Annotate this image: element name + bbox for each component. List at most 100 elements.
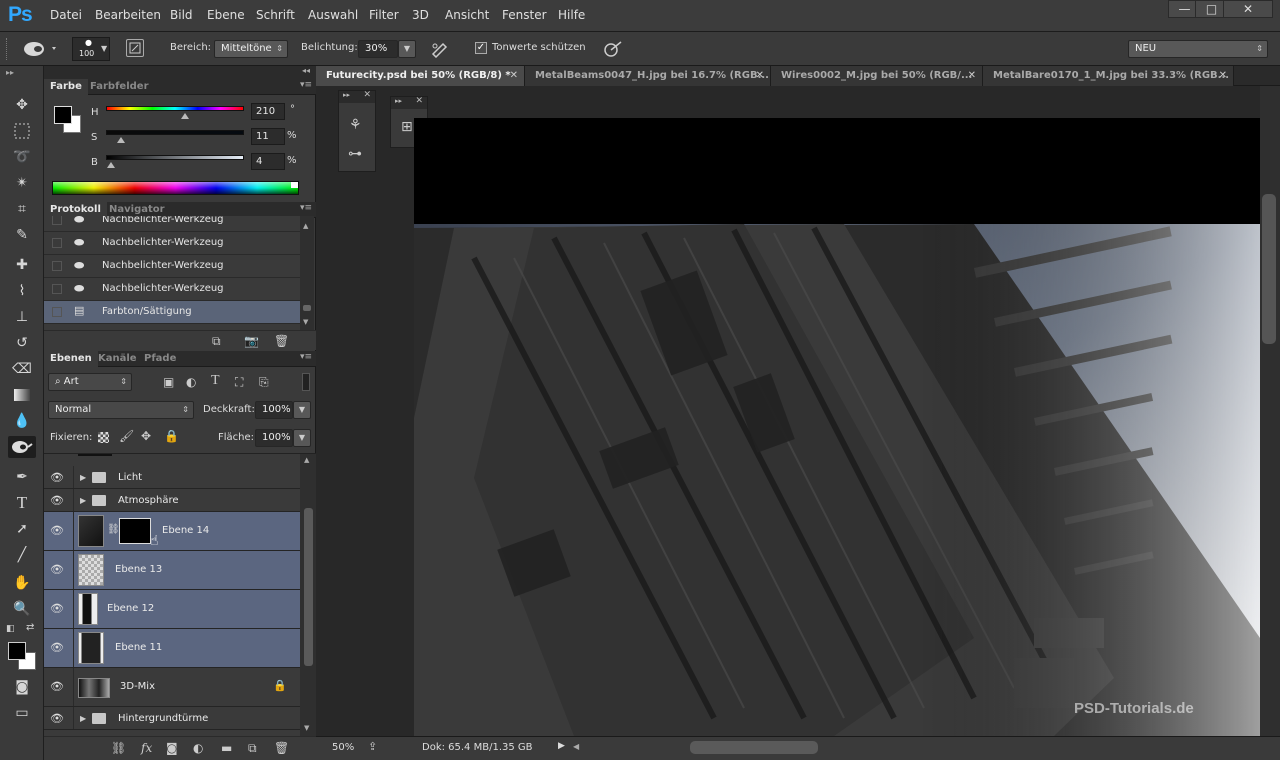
history-snapshot-box[interactable] <box>52 307 62 317</box>
fill-dropdown-button[interactable]: ▼ <box>293 429 311 447</box>
history-item[interactable]: ⬬ Nachbelichter-Werkzeug <box>44 278 300 301</box>
close-button[interactable]: ✕ <box>1223 0 1273 18</box>
fill-input[interactable]: 100% <box>255 429 293 447</box>
doc-tab-wires[interactable]: Wires0002_M.jpg bei 50% (RGB/... ✕ <box>771 66 983 86</box>
hue-input[interactable]: 210 <box>251 103 285 120</box>
airbrush-icon[interactable] <box>430 40 450 61</box>
saturation-input[interactable]: 11 <box>251 128 285 145</box>
layer-thumbnail[interactable] <box>78 632 104 664</box>
filter-pixel-icon[interactable]: ▣ <box>163 375 174 389</box>
doc-tab-futurecity[interactable]: Futurecity.psd bei 50% (RGB/8) * ✕ <box>316 66 525 86</box>
crop-tool-icon[interactable]: ⌗ <box>8 198 36 220</box>
lasso-tool-icon[interactable]: ➰ <box>8 146 36 168</box>
new-layer-icon[interactable]: ⧉ <box>248 741 257 756</box>
layer-row[interactable]: 👁 ⛓ Ebene 14 ☝ <box>44 512 300 551</box>
layer-row[interactable]: 👁 ▶ Atmosphäre <box>44 489 300 512</box>
fx-icon[interactable]: fx <box>141 741 152 755</box>
layer-name[interactable]: Atmosphäre <box>118 495 179 506</box>
layer-name[interactable]: Ebene 14 <box>162 525 209 536</box>
menu-hilfe[interactable]: Hilfe <box>558 8 585 22</box>
menu-ansicht[interactable]: Ansicht <box>445 8 489 22</box>
eye-icon[interactable]: 👁 <box>50 494 64 507</box>
healing-brush-tool-icon[interactable]: ✚ <box>8 254 36 276</box>
close-icon[interactable]: ✕ <box>756 66 764 86</box>
expand-triangle-icon[interactable]: ▶ <box>80 714 86 723</box>
eye-icon[interactable]: 👁 <box>50 524 64 537</box>
pen-tool-icon[interactable]: ✒ <box>8 466 36 488</box>
layer-row[interactable]: 👁 3D-Mix 🔒 <box>44 668 300 707</box>
scroll-up-icon[interactable]: ▲ <box>304 456 309 464</box>
swap-colors-icon[interactable]: ⇄ <box>26 622 34 633</box>
history-item[interactable]: ⬬ Nachbelichter-Werkzeug <box>44 232 300 255</box>
burn-tool-preset-icon[interactable] <box>22 39 58 62</box>
panel-menu-icon[interactable]: ▾≡ <box>300 80 312 90</box>
layers-scrollbar[interactable]: ▲ ▼ <box>300 454 316 736</box>
history-snapshot-box[interactable] <box>52 238 62 248</box>
layer-name[interactable]: Hintergrundtürme <box>118 713 208 724</box>
foreground-color-swatch[interactable] <box>54 106 72 124</box>
menu-filter[interactable]: Filter <box>369 8 399 22</box>
hue-slider[interactable] <box>106 106 244 111</box>
saturation-slider[interactable] <box>106 130 244 135</box>
tab-pfade[interactable]: Pfade <box>144 353 176 364</box>
expand-arrows-icon[interactable]: ▸▸ <box>395 97 402 105</box>
add-mask-icon[interactable]: ◙ <box>166 741 178 755</box>
filter-shape-icon[interactable]: ⛶ <box>235 375 243 390</box>
tonwerte-checkbox[interactable]: ✓ <box>475 42 487 54</box>
history-item[interactable]: ⬬ Nachbelichter-Werkzeug <box>44 216 300 232</box>
tool-presets-icon[interactable]: ⊶ <box>348 146 362 162</box>
close-icon[interactable]: ✕ <box>415 96 423 106</box>
tab-navigator[interactable]: Navigator <box>109 204 165 215</box>
new-document-from-state-icon[interactable]: ⧉ <box>212 334 221 349</box>
menu-3d[interactable]: 3D <box>412 8 429 22</box>
hue-slider-knob[interactable] <box>181 113 189 119</box>
menu-bild[interactable]: Bild <box>170 8 193 22</box>
layer-thumbnail[interactable] <box>78 593 98 625</box>
scroll-down-icon[interactable]: ▼ <box>303 318 308 326</box>
filter-smartobject-icon[interactable]: ⎘ <box>259 375 269 390</box>
close-icon[interactable]: ✕ <box>968 66 976 86</box>
default-colors-icon[interactable]: ◧ <box>6 624 15 634</box>
brightness-slider[interactable] <box>106 155 244 160</box>
screen-mode-icon[interactable]: ▭ <box>8 702 36 724</box>
stamp-tool-icon[interactable]: ⊥ <box>8 306 36 328</box>
ramp-white-swatch[interactable] <box>291 182 298 188</box>
workspace-select[interactable]: NEU ⇕ <box>1128 40 1268 58</box>
eye-icon[interactable]: 👁 <box>50 641 64 654</box>
tab-farbfelder[interactable]: Farbfelder <box>90 81 149 92</box>
brush-presets-icon[interactable]: ⚘ <box>349 117 362 133</box>
camera-icon[interactable]: 📷 <box>244 334 259 348</box>
chain-link-icon[interactable]: ⛓ <box>107 524 120 535</box>
share-icon[interactable]: ⇪ <box>368 740 377 753</box>
panel-menu-icon[interactable]: ▾≡ <box>300 352 312 362</box>
zoom-tool-icon[interactable]: 🔍 <box>8 598 36 620</box>
lock-pixels-icon[interactable]: 🖌 <box>119 429 134 443</box>
close-icon[interactable]: ✕ <box>510 66 518 86</box>
clone-source-icon[interactable]: ⊞ <box>401 119 413 135</box>
brush-tool-icon[interactable]: ⌇ <box>8 280 36 302</box>
brush-size-picker[interactable]: ● 100 ▼ <box>72 37 110 61</box>
belichtung-dropdown-button[interactable]: ▼ <box>398 40 416 58</box>
history-snapshot-box[interactable] <box>52 216 62 225</box>
tab-ebenen[interactable]: Ebenen <box>44 351 98 367</box>
close-icon[interactable]: ✕ <box>1219 66 1227 86</box>
filter-adjustment-icon[interactable]: ◐ <box>186 375 196 389</box>
burn-tool-icon[interactable] <box>8 436 36 458</box>
layer-thumbnail[interactable] <box>78 678 110 698</box>
bereich-select[interactable]: Mitteltöne ⇕ <box>214 40 288 58</box>
belichtung-input[interactable]: 30% <box>358 40 398 58</box>
layer-name[interactable]: Ebene 12 <box>107 603 154 614</box>
eraser-tool-icon[interactable]: ⌫ <box>8 358 36 380</box>
new-adjustment-layer-icon[interactable]: ◐ <box>193 741 203 755</box>
close-icon[interactable]: ✕ <box>363 90 371 100</box>
link-layers-icon[interactable]: ⛓ <box>111 741 126 755</box>
history-snapshot-box[interactable] <box>52 261 62 271</box>
doc-tab-metalbare[interactable]: MetalBare0170_1_M.jpg bei 33.3% (RGB... … <box>983 66 1234 86</box>
trash-icon[interactable]: 🗑 <box>274 741 289 755</box>
collapse-arrows-icon[interactable]: ▸▸ <box>6 68 14 77</box>
layer-thumbnail[interactable] <box>78 515 104 547</box>
brightness-slider-knob[interactable] <box>107 162 115 168</box>
menu-datei[interactable]: Datei <box>50 8 82 22</box>
history-item[interactable]: ⬬ Nachbelichter-Werkzeug <box>44 255 300 278</box>
scroll-left-icon[interactable]: ◀ <box>573 742 579 751</box>
